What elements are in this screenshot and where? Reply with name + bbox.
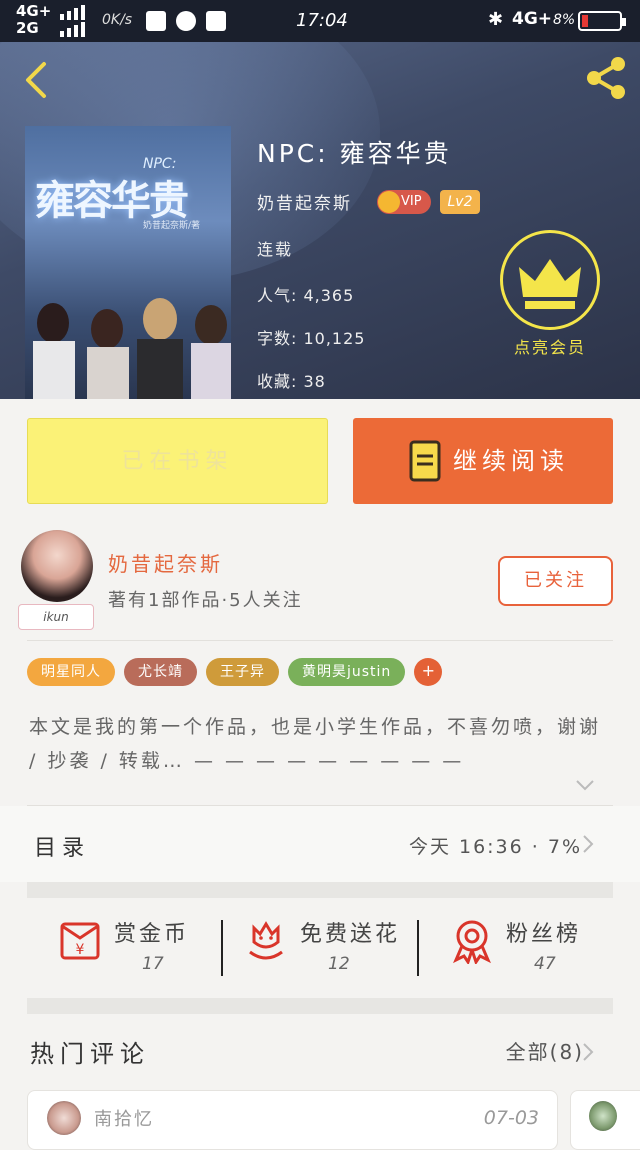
author-name[interactable]: 奶昔起奈斯 — [108, 548, 223, 577]
free-flowers-count: 12 — [328, 954, 350, 974]
s-app-icon — [206, 11, 226, 31]
tag-item[interactable]: 尤长靖 — [124, 658, 197, 686]
continue-reading-label: 继续阅读 — [453, 447, 569, 475]
comment-date: 07-03 — [483, 1107, 539, 1129]
network-bottom-label: 2G — [16, 19, 39, 37]
book-header: NPC: 雍容华贵 奶昔起奈斯/著 NPC: 雍容华贵 奶昔起奈斯 VIP Lv… — [0, 42, 640, 399]
follow-button[interactable]: 已关注 — [498, 556, 613, 606]
battery-percent: 8% — [553, 12, 576, 28]
level-badge: Lv2 — [440, 190, 480, 214]
back-arrow-icon[interactable] — [20, 60, 50, 100]
favorites-stat: 收藏: 38 — [257, 372, 326, 391]
in-shelf-button[interactable]: 已在书架 — [27, 418, 328, 504]
red-envelope-icon: ¥ — [60, 922, 100, 960]
toc-label: 目录 — [34, 836, 91, 861]
tag-item[interactable]: 王子异 — [206, 658, 279, 686]
book-title: NPC: 雍容华贵 — [257, 139, 452, 168]
commenter-avatar[interactable] — [589, 1101, 617, 1131]
chevron-right-icon — [583, 835, 594, 853]
reward-coins-label: 赏金币 — [114, 922, 190, 947]
crown-icon — [519, 259, 581, 309]
fan-ranking-label: 粉丝榜 — [506, 922, 582, 947]
vip-crown-icon — [378, 191, 400, 213]
fan-ranking-count: 47 — [534, 954, 556, 974]
app-icon — [176, 11, 196, 31]
book-icon — [409, 440, 441, 482]
stat-separator — [221, 920, 223, 976]
toc-progress: 今天 16:36 · 7% — [408, 836, 582, 858]
author-badge: ikun — [18, 604, 94, 630]
continue-reading-button[interactable]: 继续阅读 — [353, 418, 613, 504]
battery-icon — [578, 11, 626, 31]
tag-item[interactable]: 明星同人 — [27, 658, 115, 686]
free-flowers-action[interactable]: 免费送花 12 — [242, 910, 412, 990]
section-separator — [27, 998, 613, 1014]
bag-icon — [146, 11, 166, 31]
tag-item[interactable]: 黄明昊justin — [288, 658, 406, 686]
signal-icon — [60, 5, 85, 37]
member-label[interactable]: 点亮会员 — [500, 334, 600, 358]
network-indicator: 4G+ 2G — [16, 3, 51, 37]
flower-icon — [249, 921, 283, 960]
reward-coins-count: 17 — [142, 954, 164, 974]
stat-separator — [417, 920, 419, 976]
divider — [27, 640, 613, 641]
expand-chevron-icon[interactable] — [575, 778, 595, 792]
network-speed: 0K/s — [102, 12, 133, 28]
comment-card[interactable] — [570, 1090, 640, 1150]
tag-list: 明星同人 尤长靖 王子异 黄明昊justin + — [27, 658, 443, 686]
comment-card[interactable]: 南拾忆 07-03 — [27, 1090, 558, 1150]
clock: 17:04 — [296, 10, 348, 31]
hot-comments-title: 热门评论 — [30, 1040, 150, 1068]
section-separator — [27, 882, 613, 898]
commenter-name: 南拾忆 — [94, 1109, 154, 1130]
member-button[interactable] — [500, 230, 600, 330]
book-cover[interactable]: NPC: 雍容华贵 奶昔起奈斯/著 — [25, 126, 231, 399]
network-right-label: 4G+ — [512, 9, 553, 29]
vip-badge: VIP — [377, 190, 431, 214]
author-avatar[interactable] — [21, 530, 93, 602]
commenter-avatar[interactable] — [47, 1101, 81, 1135]
author-subtitle: 著有1部作品·5人关注 — [108, 590, 303, 611]
popularity-stat: 人气: 4,365 — [257, 286, 355, 305]
book-description: 本文是我的第一个作品，也是小学生作品，不喜勿喷，谢谢 / 抄袭 / 转载… — … — [29, 716, 602, 772]
medal-icon — [453, 920, 491, 964]
status-bar: 4G+ 2G 0K/s 17:04 ✱ 4G+ 8% — [0, 0, 640, 42]
more-tags-button[interactable]: + — [414, 658, 443, 686]
vip-label: VIP — [401, 194, 422, 209]
network-top-label: 4G+ — [16, 2, 52, 20]
fan-ranking-action[interactable]: 粉丝榜 47 — [448, 910, 598, 990]
cover-author: 奶昔起奈斯/著 — [143, 221, 201, 231]
bluetooth-icon: ✱ — [488, 9, 504, 30]
table-of-contents-row[interactable]: 目录 今天 16:36 · 7% — [0, 806, 640, 882]
free-flowers-label: 免费送花 — [300, 922, 401, 947]
svg-text:¥: ¥ — [76, 942, 85, 958]
reward-coins-action[interactable]: ¥ 赏金币 17 — [56, 910, 206, 990]
share-icon[interactable] — [582, 54, 630, 102]
word-count-stat: 字数: 10,125 — [257, 329, 366, 348]
book-status: 连载 — [257, 240, 294, 259]
all-comments-link[interactable]: 全部(8) — [506, 1036, 584, 1065]
chevron-right-icon[interactable] — [582, 1042, 594, 1062]
book-author[interactable]: 奶昔起奈斯 — [257, 189, 352, 214]
cover-photo — [33, 298, 231, 399]
